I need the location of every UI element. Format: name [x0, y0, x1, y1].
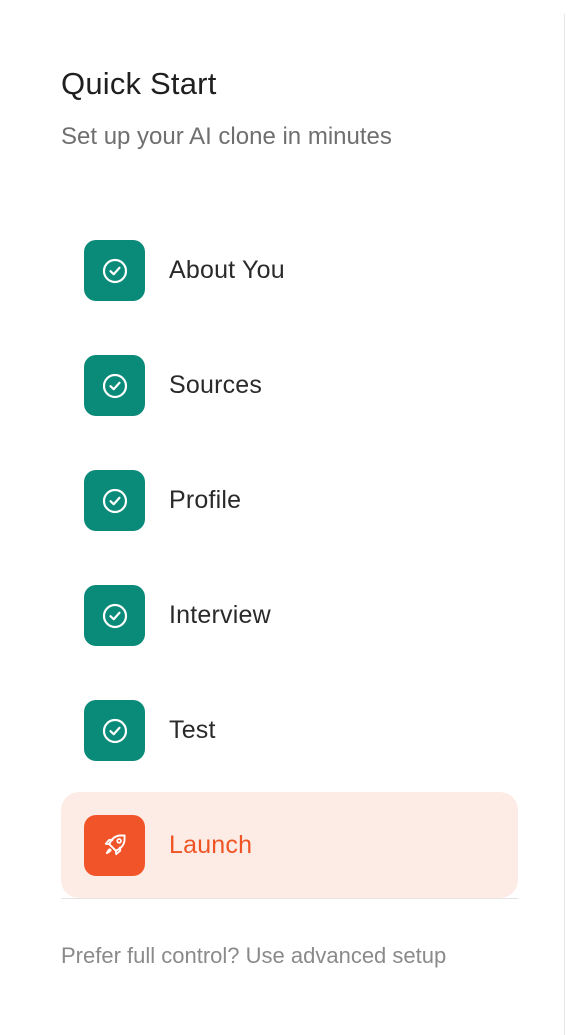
step-label: Launch: [169, 830, 253, 859]
step-label: Interview: [169, 601, 271, 629]
step-interview[interactable]: Interview: [61, 558, 518, 673]
footer-divider: [61, 898, 518, 899]
check-circle-icon: [84, 355, 145, 416]
page-subtitle: Set up your AI clone in minutes: [61, 123, 392, 150]
step-label: Sources: [169, 371, 263, 399]
quick-start-panel: Quick Start Set up your AI clone in minu…: [0, 0, 582, 1035]
step-label: Profile: [169, 486, 242, 514]
rocket-icon: [84, 814, 145, 876]
step-label: About You: [169, 256, 285, 284]
advanced-setup-link[interactable]: Prefer full control? Use advanced setup: [61, 943, 446, 969]
step-label: Test: [169, 716, 216, 744]
step-list: About You Sources Profile Interview Test…: [61, 213, 518, 898]
panel-divider: [564, 14, 565, 1035]
step-test[interactable]: Test: [61, 673, 518, 788]
step-about-you[interactable]: About You: [61, 213, 518, 328]
step-launch[interactable]: Launch: [61, 792, 518, 898]
check-circle-icon: [84, 240, 145, 301]
step-sources[interactable]: Sources: [61, 328, 518, 443]
step-profile[interactable]: Profile: [61, 443, 518, 558]
check-circle-icon: [84, 700, 145, 761]
check-circle-icon: [84, 470, 145, 531]
page-title: Quick Start: [61, 66, 217, 101]
check-circle-icon: [84, 585, 145, 646]
